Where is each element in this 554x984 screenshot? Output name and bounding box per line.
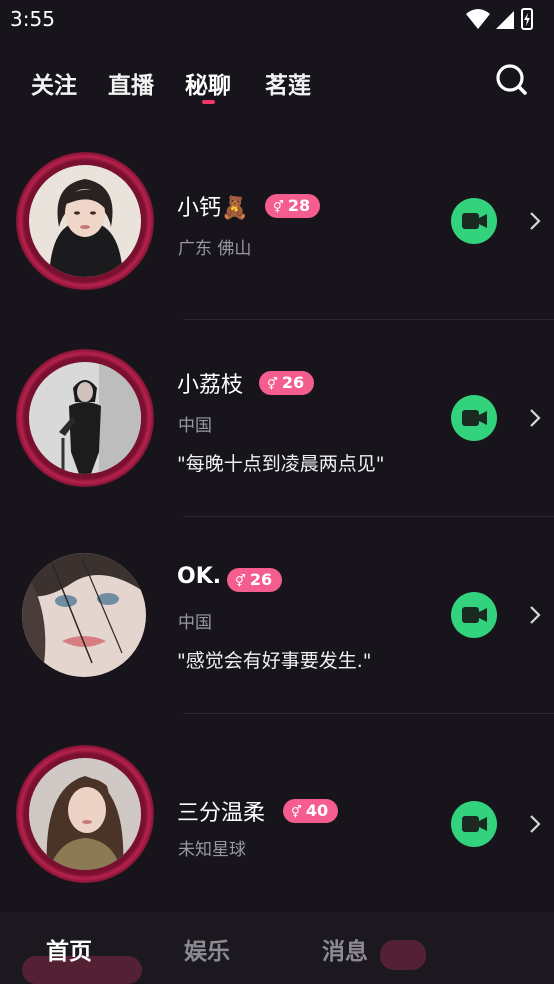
active-tab-indicator: [202, 100, 215, 104]
user-location: 中国: [178, 416, 212, 436]
video-call-button[interactable]: [451, 395, 497, 441]
tab-miliao[interactable]: 秘聊: [185, 66, 231, 100]
decorative-glow: [380, 940, 426, 970]
avatar-photo: [29, 758, 141, 870]
age-value: 26: [249, 570, 273, 589]
tab-minglian[interactable]: 茗莲: [265, 66, 311, 100]
status-time: 3:55: [10, 7, 55, 31]
top-tabs: 关注 直播 秘聊 茗莲: [0, 58, 554, 110]
video-camera-icon: [462, 410, 487, 426]
age-badge: ⚥ 26: [227, 568, 283, 592]
list-item[interactable]: 三分温柔 ⚥ 40 未知星球: [0, 715, 554, 912]
list-item[interactable]: 小荔枝 ⚥ 26 中国 "每晚十点到凌晨两点见": [0, 321, 554, 518]
chevron-right-icon[interactable]: [528, 210, 542, 232]
bottom-nav: 首页 娱乐 消息: [0, 912, 554, 984]
user-quote: "感觉会有好事要发生.": [177, 650, 372, 672]
gender-icon: ⚥: [267, 377, 278, 391]
avatar-photo: [22, 553, 146, 677]
tab-guanzhu[interactable]: 关注: [31, 66, 77, 100]
user-quote: "每晚十点到凌晨两点见": [177, 453, 385, 475]
gender-icon: ⚥: [291, 805, 302, 819]
tab-zhibo[interactable]: 直播: [108, 66, 154, 100]
video-call-button[interactable]: [451, 592, 497, 638]
age-value: 40: [305, 801, 329, 820]
avatar[interactable]: [16, 745, 154, 883]
avatar-photo: [29, 165, 141, 277]
chevron-right-icon[interactable]: [528, 604, 542, 626]
divider: [183, 516, 554, 517]
age-value: 28: [287, 196, 311, 215]
avatar[interactable]: [16, 349, 154, 487]
gender-icon: ⚥: [273, 200, 284, 214]
avatar[interactable]: [16, 547, 154, 685]
search-icon[interactable]: [494, 62, 528, 96]
status-icons: [466, 8, 533, 30]
user-location: 中国: [178, 613, 212, 633]
video-camera-icon: [462, 607, 487, 623]
age-value: 26: [281, 373, 305, 392]
nav-home[interactable]: 首页: [46, 932, 92, 966]
avatar-photo: [29, 362, 141, 474]
user-location: 广东 佛山: [178, 239, 252, 259]
video-call-button[interactable]: [451, 198, 497, 244]
status-bar: 3:55: [0, 0, 554, 38]
nav-entertainment[interactable]: 娱乐: [184, 932, 230, 966]
chevron-right-icon[interactable]: [528, 407, 542, 429]
signal-icon: [496, 11, 514, 29]
user-name: OK.: [177, 564, 222, 589]
age-badge: ⚥ 28: [265, 194, 321, 218]
wifi-icon: [466, 9, 490, 29]
chevron-right-icon[interactable]: [528, 813, 542, 835]
divider: [183, 319, 554, 320]
user-location: 未知星球: [178, 840, 246, 860]
avatar[interactable]: [16, 152, 154, 290]
gender-icon: ⚥: [235, 574, 246, 588]
user-name: 三分温柔: [177, 801, 266, 826]
age-badge: ⚥ 26: [259, 371, 315, 395]
age-badge: ⚥ 40: [283, 799, 339, 823]
video-camera-icon: [462, 213, 487, 229]
video-call-button[interactable]: [451, 801, 497, 847]
divider: [183, 713, 554, 714]
list-item[interactable]: OK. ⚥ 26 中国 "感觉会有好事要发生.": [0, 518, 554, 715]
user-name: 小荔枝: [177, 373, 244, 398]
list-item[interactable]: 小钙🧸 ⚥ 28 广东 佛山: [0, 110, 554, 307]
video-camera-icon: [462, 816, 487, 832]
nav-messages[interactable]: 消息: [322, 932, 368, 966]
user-name: 小钙🧸: [177, 196, 249, 221]
